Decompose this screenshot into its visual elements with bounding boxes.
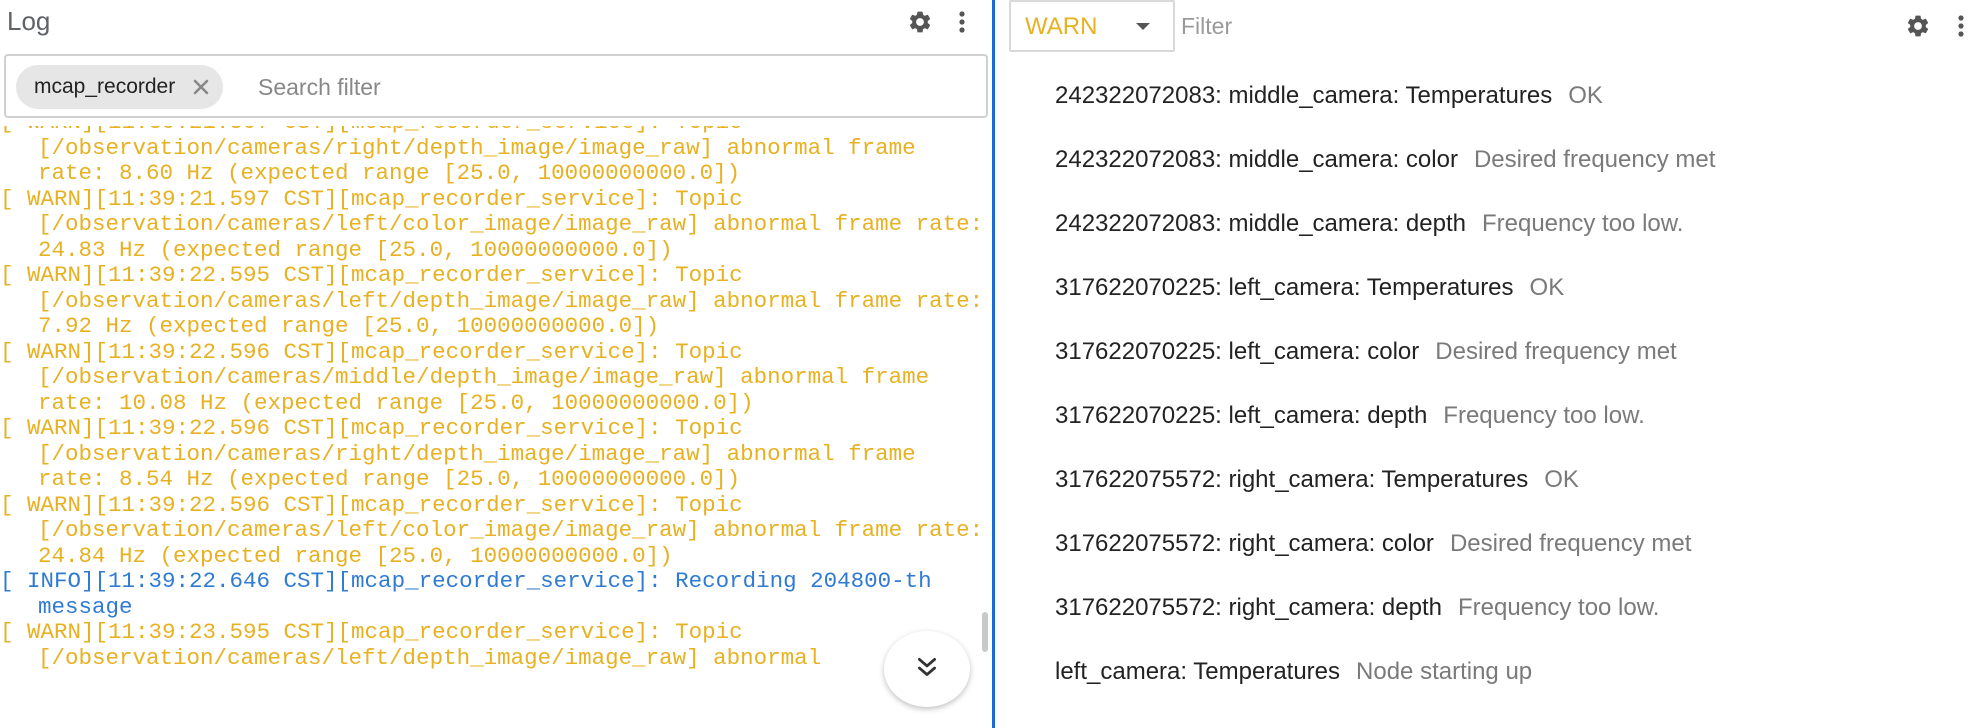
log-list-content: [ WARN][11:39:21.597 CST][mcap_recorder_… <box>0 126 984 671</box>
diagnostic-message: Desired frequency met <box>1435 338 1677 365</box>
caret-down-icon <box>1134 20 1152 38</box>
diagnostic-row[interactable]: 242322072083: middle_camera: Temperature… <box>995 64 1988 128</box>
diagnostic-message: Desired frequency met <box>1473 146 1716 173</box>
log-entry: [ INFO][11:39:22.646 CST][mcap_recorder_… <box>0 568 946 620</box>
diagnostic-message: Frequency too low. <box>1443 402 1645 429</box>
diagnostic-name: 317622070225: left_camera: color <box>1055 338 1420 365</box>
diagnostic-name: 317622075572: right_camera: color <box>1055 530 1434 557</box>
filter-chip-label: mcap_recorder <box>34 75 176 98</box>
log-entry: [ WARN][11:39:22.596 CST][mcap_recorder_… <box>0 338 943 416</box>
diagnostic-row[interactable]: left_camera: Temperatures Node starting u… <box>995 640 1988 704</box>
diagnostic-row[interactable]: 317622075572: right_camera: Temperatures… <box>995 448 1988 512</box>
diagnostic-row[interactable]: 317622070225: left_camera: Temperatures O… <box>995 256 1988 320</box>
more-vert-icon[interactable] <box>1951 12 1971 40</box>
diagnostic-row[interactable]: 242322072083: middle_camera: color Desire… <box>995 128 1988 192</box>
gear-icon[interactable] <box>1904 12 1932 40</box>
diagnostic-message: OK <box>1568 82 1603 109</box>
diagnostic-name: left_camera: Temperatures <box>1055 658 1341 685</box>
diagnostic-name: 317622070225: left_camera: Temperatures <box>1055 274 1514 301</box>
diagnostic-row[interactable]: 317622075572: right_camera: color Desired… <box>995 512 1988 576</box>
log-panel-title: Log <box>7 6 51 36</box>
diagnostic-row[interactable]: 242322072083: middle_camera: depth Freque… <box>995 192 1988 256</box>
log-search-input[interactable] <box>258 68 958 106</box>
log-entry: [ WARN][11:39:21.597 CST][mcap_recorder_… <box>0 185 984 263</box>
diagnostic-row[interactable]: 317622075572: right_camera: depth Frequen… <box>995 576 1988 640</box>
diagnostic-message: OK <box>1529 274 1565 301</box>
level-filter-value: WARN <box>1025 13 1098 40</box>
close-icon[interactable] <box>189 75 213 99</box>
diagnostics-list: 242322072083: middle_camera: Temperature… <box>995 64 1988 704</box>
scroll-to-bottom-button[interactable] <box>884 631 970 707</box>
log-panel: Log mcap_recorder [ WARN][11:39:21.597 C… <box>0 0 992 728</box>
gear-icon[interactable] <box>906 8 934 36</box>
diagnostic-row[interactable]: 317622070225: left_camera: depth Frequenc… <box>995 384 1988 448</box>
log-filter-box: mcap_recorder <box>4 54 988 118</box>
diagnostics-filter-input[interactable] <box>1181 6 1741 46</box>
log-entry: [ WARN][11:39:22.595 CST][mcap_recorder_… <box>0 262 984 339</box>
diagnostics-panel: WARN 242322072083: middle_camera: Temper… <box>995 0 1988 728</box>
filter-chip[interactable]: mcap_recorder <box>16 65 224 109</box>
diagnostic-name: 317622075572: right_camera: Temperatures <box>1055 466 1529 493</box>
diagnostic-message: Frequency too low. <box>1481 210 1684 237</box>
log-entry: [ WARN][11:39:22.596 CST][mcap_recorder_… <box>0 415 930 492</box>
diagnostic-message: OK <box>1544 466 1579 493</box>
diagnostic-message: Desired frequency met <box>1449 530 1692 557</box>
diagnostic-row[interactable]: 317622070225: left_camera: color Desired … <box>995 320 1988 384</box>
diagnostic-name: 317622075572: right_camera: depth <box>1055 594 1442 621</box>
diagnostic-message: Node starting up <box>1356 658 1533 685</box>
log-list[interactable]: [ WARN][11:39:21.597 CST][mcap_recorder_… <box>0 126 984 728</box>
diagnostic-name: 242322072083: middle_camera: Temperature… <box>1055 82 1553 109</box>
log-entry: [ WARN][11:39:21.597 CST][mcap_recorder_… <box>0 126 916 186</box>
diagnostic-name: 242322072083: middle_camera: color <box>1055 146 1458 173</box>
log-entry: [ WARN][11:39:23.595 CST][mcap_recorder_… <box>0 619 822 671</box>
level-filter-select[interactable]: WARN <box>1009 0 1175 52</box>
double-chevron-down-icon <box>914 654 940 685</box>
diagnostic-message: Frequency too low. <box>1457 594 1660 621</box>
diagnostic-name: 317622070225: left_camera: depth <box>1055 402 1428 429</box>
log-panel-header: Log <box>0 0 992 44</box>
log-scrollbar-thumb[interactable] <box>982 612 988 652</box>
more-vert-icon[interactable] <box>950 8 974 36</box>
diagnostic-name: 242322072083: middle_camera: depth <box>1055 210 1466 237</box>
log-entry: [ WARN][11:39:22.596 CST][mcap_recorder_… <box>0 491 984 569</box>
